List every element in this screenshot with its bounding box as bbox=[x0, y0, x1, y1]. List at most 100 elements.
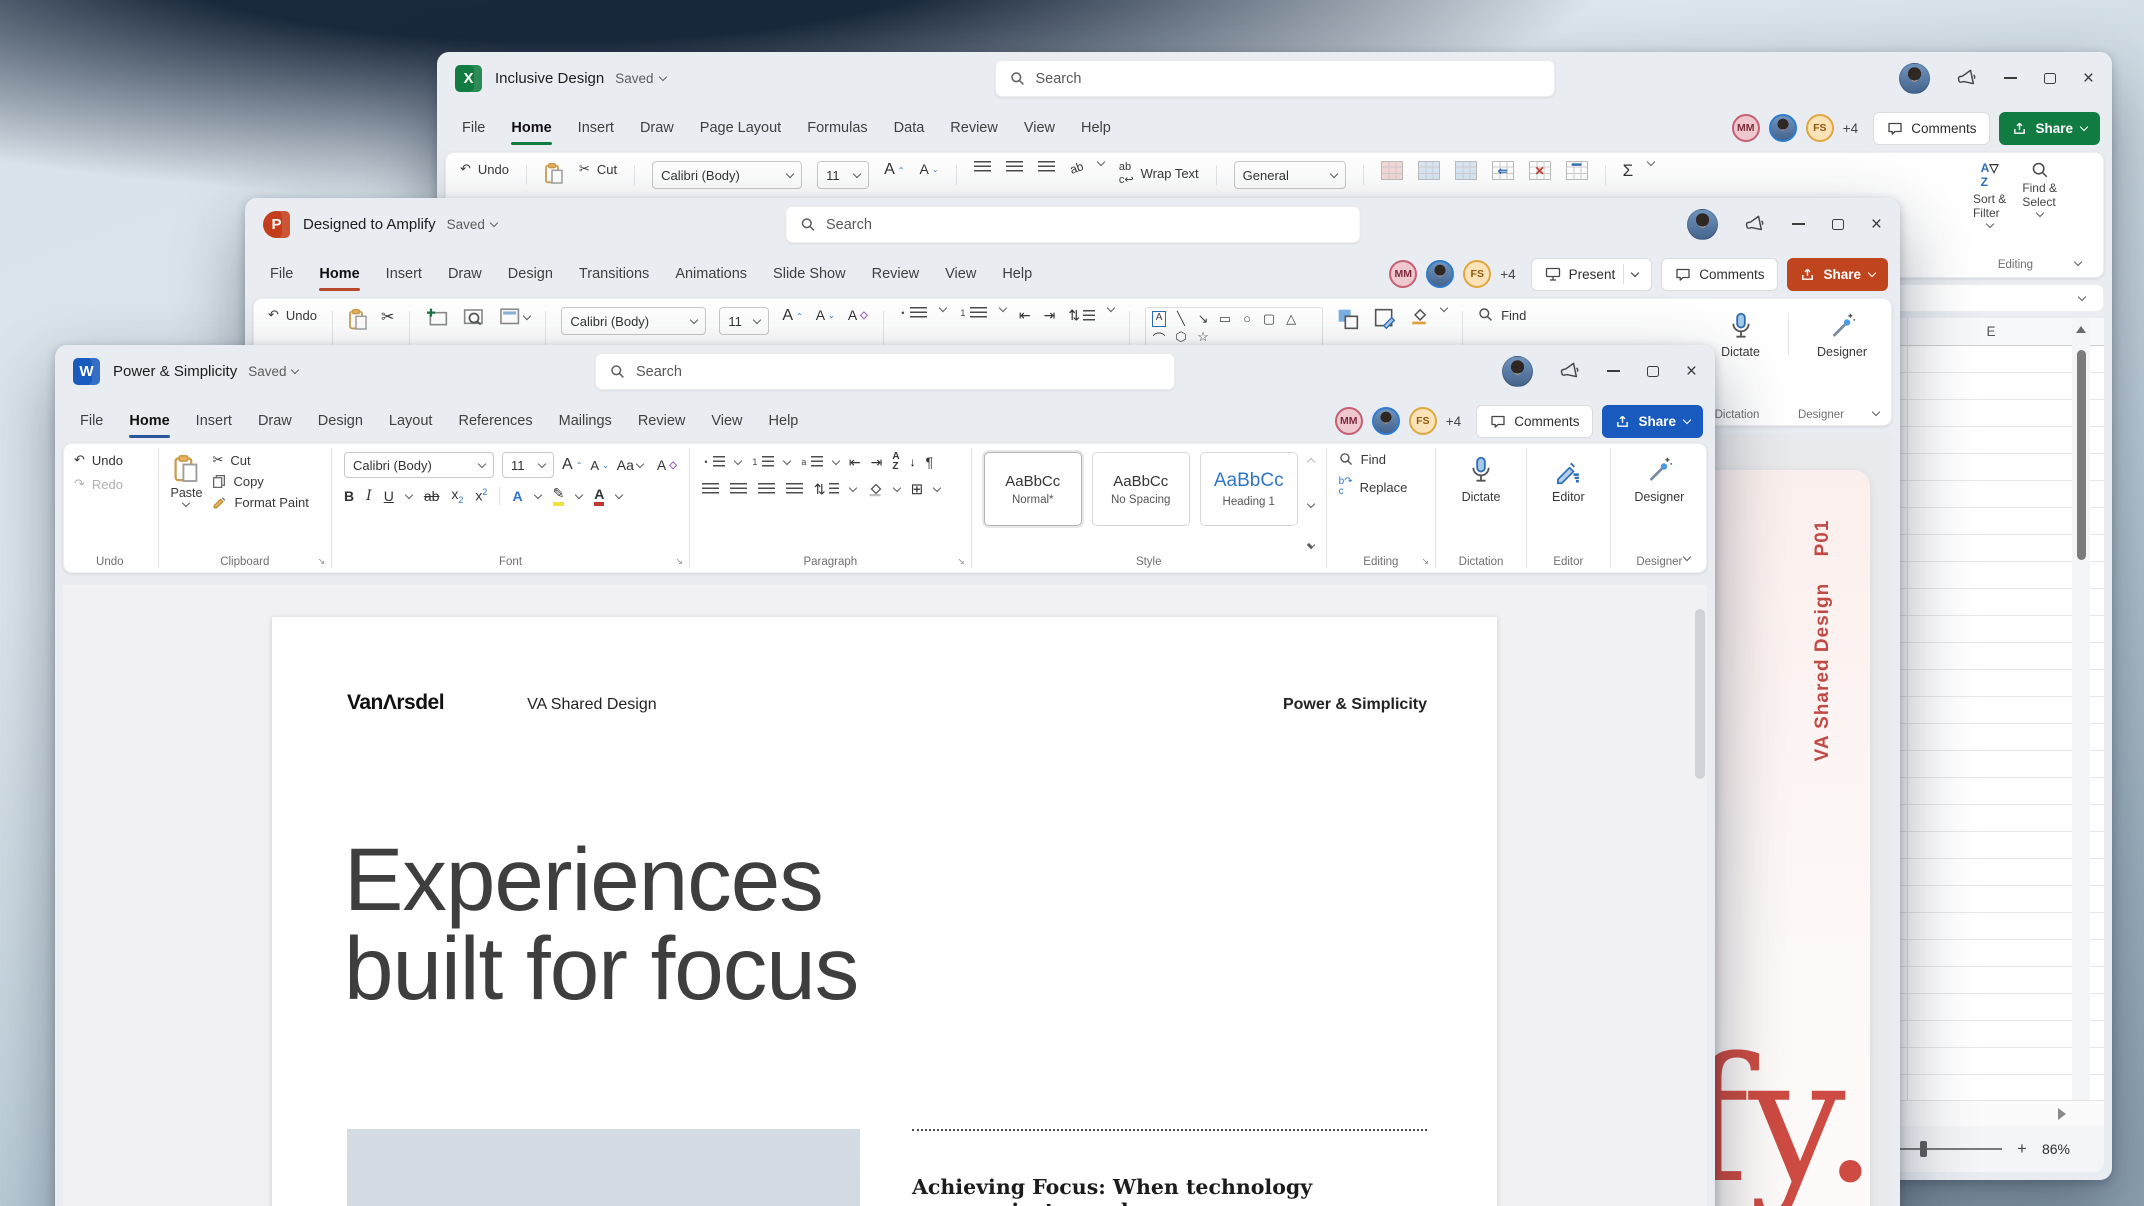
align-bottom-icon[interactable] bbox=[1037, 161, 1055, 173]
word-vertical-scroll-thumb[interactable] bbox=[1695, 609, 1705, 779]
style-gallery-down-arrow[interactable] bbox=[1306, 499, 1315, 508]
excel-app-icon[interactable]: X bbox=[455, 64, 482, 92]
multilevel-list-button[interactable]: a bbox=[800, 456, 823, 468]
sort-filter-button[interactable]: A▽ Z Sort & Filter bbox=[1973, 161, 2006, 228]
format-cells-button[interactable]: ▔ bbox=[1565, 161, 1588, 180]
word-page[interactable]: VanΛrsdel VA Shared Design Power & Simpl… bbox=[272, 617, 1497, 1206]
clipboard-dialog-launcher[interactable]: ↘ bbox=[318, 556, 326, 567]
line-shape-icon[interactable]: ╲ bbox=[1174, 311, 1188, 327]
excel-tab-draw[interactable]: Draw bbox=[627, 114, 687, 142]
zoom-level[interactable]: 86% bbox=[2042, 1141, 2070, 1157]
feedback-megaphone-icon[interactable] bbox=[1743, 213, 1766, 235]
ppt-tab-animations[interactable]: Animations bbox=[662, 260, 760, 288]
account-avatar[interactable] bbox=[1898, 62, 1930, 94]
vertical-scrollbar[interactable] bbox=[2072, 318, 2090, 1100]
paste-button[interactable]: Paste bbox=[170, 452, 202, 552]
collaborator-overflow[interactable]: +4 bbox=[1843, 121, 1858, 136]
collapse-ribbon-chevron[interactable] bbox=[2073, 257, 2083, 267]
excel-tab-insert[interactable]: Insert bbox=[565, 114, 627, 142]
excel-tab-page-layout[interactable]: Page Layout bbox=[687, 114, 794, 142]
ppt-tab-help[interactable]: Help bbox=[989, 260, 1045, 288]
line-spacing-button[interactable]: ⇅ bbox=[814, 481, 839, 498]
vertical-scroll-thumb[interactable] bbox=[2076, 350, 2086, 560]
account-avatar[interactable] bbox=[1501, 355, 1533, 387]
maximize-button[interactable] bbox=[2043, 72, 2056, 84]
increase-indent-button[interactable]: ⇥ bbox=[1044, 307, 1056, 324]
clear-formatting-button[interactable]: A ◇ bbox=[848, 307, 868, 323]
ppt-tab-view[interactable]: View bbox=[932, 260, 989, 288]
shape-more-icon[interactable]: △ bbox=[1284, 311, 1298, 327]
collaborator-badge-mm[interactable]: MM bbox=[1334, 407, 1363, 435]
excel-saved-status[interactable]: Saved bbox=[615, 71, 667, 86]
dictate-button[interactable]: Dictate bbox=[1462, 452, 1500, 552]
replace-button[interactable]: b↷ c Replace bbox=[1339, 477, 1423, 497]
excel-tab-formulas[interactable]: Formulas bbox=[794, 114, 880, 142]
cut-button[interactable]: ✂ Cut bbox=[579, 161, 617, 177]
bullets-button[interactable]: • bbox=[702, 456, 725, 468]
style-gallery-up-arrow[interactable] bbox=[1306, 457, 1315, 467]
show-formatting-button[interactable]: ¶ bbox=[926, 454, 934, 470]
ppt-tab-design[interactable]: Design bbox=[495, 260, 566, 288]
collaborator-badge-fs[interactable]: FS bbox=[1408, 407, 1437, 435]
style-gallery-open-arrow[interactable] bbox=[1306, 540, 1315, 550]
format-painter-button[interactable]: Format Paint bbox=[212, 495, 309, 510]
slide-layout-button[interactable] bbox=[499, 307, 532, 327]
clear-formatting-button[interactable]: A ◇ bbox=[657, 457, 677, 473]
ppt-find-button[interactable]: Find bbox=[1478, 307, 1526, 323]
new-slide-button[interactable] bbox=[425, 307, 449, 329]
collaborator-avatar[interactable] bbox=[1768, 114, 1797, 142]
collaborator-overflow[interactable]: +4 bbox=[1500, 267, 1515, 282]
scroll-up-arrow[interactable] bbox=[2076, 326, 2086, 333]
collaborator-badge-fs[interactable]: FS bbox=[1805, 114, 1834, 142]
font-dialog-launcher[interactable]: ↘ bbox=[675, 556, 683, 567]
zoom-slider[interactable] bbox=[1884, 1141, 2003, 1157]
ppt-tab-draw[interactable]: Draw bbox=[435, 260, 495, 288]
grow-font-button[interactable]: A ⌃ bbox=[562, 456, 582, 474]
rectangle-shape-icon[interactable]: ▭ bbox=[1218, 311, 1232, 327]
arrow-shape-icon[interactable]: ↘ bbox=[1196, 311, 1210, 327]
powerpoint-saved-status[interactable]: Saved bbox=[447, 217, 499, 232]
ppt-tab-insert[interactable]: Insert bbox=[373, 260, 435, 288]
rounded-rect-shape-icon[interactable]: ▢ bbox=[1262, 311, 1276, 327]
word-tab-design[interactable]: Design bbox=[305, 407, 376, 435]
designer-button[interactable]: Designer bbox=[1634, 452, 1684, 552]
collaborator-badge-fs[interactable]: FS bbox=[1463, 260, 1492, 288]
cell-styles-button[interactable] bbox=[1454, 161, 1477, 180]
ppt-font-name-select[interactable]: Calibri (Body) bbox=[561, 307, 707, 335]
style-no-spacing[interactable]: AaBbCc No Spacing bbox=[1091, 452, 1190, 526]
collaborator-badge-mm[interactable]: MM bbox=[1731, 114, 1760, 142]
dictate-button[interactable]: Dictate bbox=[1721, 309, 1760, 359]
format-as-table-button[interactable] bbox=[1417, 161, 1440, 180]
word-tab-draw[interactable]: Draw bbox=[245, 407, 305, 435]
powerpoint-app-icon[interactable]: P bbox=[263, 210, 290, 238]
maximize-button[interactable] bbox=[1831, 218, 1844, 230]
minimize-button[interactable] bbox=[1606, 370, 1620, 372]
ppt-tab-review[interactable]: Review bbox=[859, 260, 933, 288]
italic-button[interactable]: I bbox=[366, 488, 372, 504]
close-button[interactable]: × bbox=[1686, 362, 1697, 381]
word-tab-review[interactable]: Review bbox=[625, 407, 699, 435]
numbering-button[interactable]: 1 bbox=[959, 307, 987, 319]
word-tab-insert[interactable]: Insert bbox=[183, 407, 245, 435]
font-size-select[interactable]: 11 bbox=[502, 452, 555, 478]
ppt-tab-home[interactable]: Home bbox=[306, 260, 372, 291]
align-middle-icon[interactable] bbox=[1005, 161, 1023, 173]
word-tab-view[interactable]: View bbox=[698, 407, 755, 435]
share-button[interactable]: Share bbox=[1999, 111, 2100, 145]
present-button[interactable]: Present bbox=[1530, 257, 1653, 291]
word-tab-mailings[interactable]: Mailings bbox=[546, 407, 625, 435]
excel-undo-button[interactable]: ↶ Undo bbox=[460, 161, 509, 177]
excel-font-name-select[interactable]: Calibri (Body) bbox=[652, 161, 803, 189]
conditional-formatting-button[interactable] bbox=[1380, 161, 1403, 180]
excel-search-input[interactable]: Search bbox=[994, 60, 1555, 97]
font-name-select[interactable]: Calibri (Body) bbox=[344, 452, 495, 478]
reuse-slides-button[interactable] bbox=[462, 307, 486, 329]
shrink-font-button[interactable]: A ⌄ bbox=[590, 458, 608, 473]
bold-button[interactable]: B bbox=[344, 488, 354, 504]
ppt-tab-file[interactable]: File bbox=[257, 260, 306, 288]
share-button[interactable]: Share bbox=[1602, 404, 1703, 438]
cut-button[interactable]: ✂ Cut bbox=[212, 452, 308, 468]
strikethrough-button[interactable]: ab bbox=[424, 488, 440, 504]
copy-button[interactable]: Copy bbox=[212, 474, 308, 489]
text-effects-button[interactable]: A bbox=[512, 488, 522, 504]
